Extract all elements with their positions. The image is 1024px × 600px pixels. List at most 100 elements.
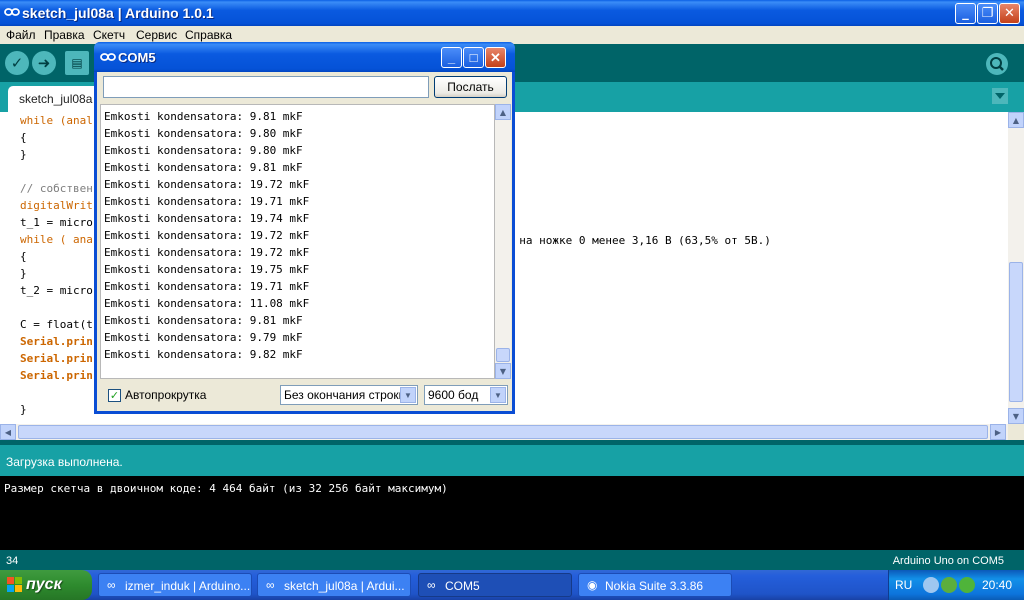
serial-scroll-down-button[interactable]: ▼ (495, 363, 511, 379)
new-button[interactable]: ▤ (65, 51, 89, 75)
code-line: } (20, 267, 27, 280)
verify-button[interactable]: ✓ (5, 51, 29, 75)
autoscroll-checkbox[interactable]: ✓ (108, 389, 121, 402)
footer-bar: 34 Arduino Uno on COM5 (0, 550, 1024, 570)
scroll-up-button[interactable]: ▲ (1008, 112, 1024, 128)
upload-button[interactable]: ➜ (32, 51, 56, 75)
serial-output-line: Emkosti kondensatora: 11.08 mkF (104, 297, 310, 310)
download-arrow-icon[interactable] (959, 577, 975, 593)
close-icon: ✕ (1004, 6, 1015, 21)
console-panel: Размер скетча в двоичном коде: 4 464 бай… (0, 476, 1024, 550)
maximize-button[interactable]: ❐ (977, 3, 998, 24)
line-ending-select[interactable]: Без окончания строки ▼ (280, 385, 418, 405)
task-label: sketch_jul08a | Ardui... (284, 579, 405, 593)
code-line: C = float(t (20, 318, 93, 331)
triangle-down-icon (995, 93, 1005, 99)
task-izmer-induk[interactable]: ∞ izmer_induk | Arduino... (98, 573, 252, 597)
console-output: Размер скетча в двоичном коде: 4 464 бай… (4, 482, 448, 495)
window-title: sketch_jul08a | Arduino 1.0.1 (22, 5, 214, 21)
chevron-down-icon: ▼ (400, 387, 416, 403)
serial-output-line: Emkosti kondensatora: 9.81 mkF (104, 314, 303, 327)
line-number: 34 (6, 555, 19, 567)
editor-vertical-scroll-thumb[interactable] (1009, 262, 1023, 402)
serial-monitor-title: COM5 (118, 50, 156, 65)
start-label: пуск (26, 576, 62, 593)
magnifier-icon (990, 57, 1004, 71)
serial-monitor-window: COM5 _ □ ✕ Послать Emkosti kondensatora:… (94, 42, 515, 414)
task-label: izmer_induk | Arduino... (125, 579, 251, 593)
tab-menu-button[interactable] (992, 88, 1008, 104)
serial-monitor-button[interactable] (986, 53, 1008, 75)
editor-horizontal-scroll-thumb[interactable] (18, 425, 988, 439)
code-line: t_2 = micro (20, 284, 93, 297)
back-arrow-icon[interactable] (923, 577, 939, 593)
line-ending-value: Без окончания строки (284, 388, 406, 402)
serial-output-line: Emkosti kondensatora: 9.82 mkF (104, 348, 303, 361)
arrow-right-icon: ➜ (37, 54, 51, 72)
minimize-icon: _ (447, 50, 456, 65)
arduino-logo-icon: ∞ (107, 578, 116, 592)
scroll-right-button[interactable]: ▶ (990, 424, 1006, 440)
code-line: digitalWrit (20, 199, 93, 212)
antivirus-icon[interactable] (941, 577, 957, 593)
serial-output-line: Emkosti kondensatora: 9.80 mkF (104, 127, 303, 140)
menu-edit[interactable]: Правка (44, 28, 85, 42)
serial-output-line: Emkosti kondensatora: 9.80 mkF (104, 144, 303, 157)
task-label: Nokia Suite 3.3.86 (605, 579, 704, 593)
scroll-left-button[interactable]: ◀ (0, 424, 16, 440)
language-indicator[interactable]: RU (895, 578, 912, 592)
send-button[interactable]: Послать (434, 76, 507, 98)
new-file-icon: ▤ (71, 56, 83, 70)
restore-icon: ❐ (981, 6, 994, 21)
serial-output-line: Emkosti kondensatora: 19.71 mkF (104, 195, 310, 208)
serial-output[interactable]: Emkosti kondensatora: 9.81 mkF Emkosti ko… (100, 104, 495, 379)
autoscroll-label: Автопрокрутка (125, 388, 207, 402)
serial-monitor-title-bar[interactable]: COM5 _ □ ✕ (94, 42, 515, 72)
arduino-logo-icon (100, 53, 116, 61)
minimize-icon: _ (962, 6, 969, 21)
serial-output-line: Emkosti kondensatora: 19.74 mkF (104, 212, 310, 225)
board-info: Arduino Uno on COM5 (892, 555, 1004, 567)
task-com5[interactable]: ∞ COM5 (418, 573, 572, 597)
scroll-down-button[interactable]: ▼ (1008, 408, 1024, 424)
menu-help[interactable]: Справка (185, 28, 232, 42)
code-line: // собствен (20, 182, 93, 195)
serial-maximize-button[interactable]: □ (463, 47, 484, 68)
main-title-bar[interactable]: sketch_jul08a | Arduino 1.0.1 _ ❐ ✕ (0, 0, 1024, 26)
nokia-suite-icon: ◉ (587, 578, 598, 592)
close-button[interactable]: ✕ (999, 3, 1020, 24)
menu-tools[interactable]: Сервис (136, 28, 177, 42)
serial-output-scrollbar[interactable]: ▲ ▼ (495, 104, 511, 379)
menu-sketch[interactable]: Скетч (93, 28, 125, 42)
code-line: } (20, 403, 27, 416)
serial-minimize-button[interactable]: _ (441, 47, 462, 68)
system-tray: RU 20:40 (888, 570, 1024, 600)
panel-divider[interactable] (0, 440, 1024, 445)
minimize-button[interactable]: _ (955, 3, 976, 24)
serial-send-input[interactable] (103, 76, 429, 98)
serial-output-line: Emkosti kondensatora: 9.81 mkF (104, 110, 303, 123)
baud-select[interactable]: 9600 бод ▼ (424, 385, 508, 405)
task-nokia-suite[interactable]: ◉ Nokia Suite 3.3.86 (578, 573, 732, 597)
tab-sketch[interactable]: sketch_jul08a (8, 86, 108, 112)
serial-scroll-up-button[interactable]: ▲ (495, 104, 511, 120)
windows-logo-icon (7, 577, 22, 592)
code-line: } (20, 148, 27, 161)
code-comment-tail: е на ножке 0 менее 3,16 В (63,5% от 5В.) (506, 234, 771, 247)
arduino-logo-icon: ∞ (266, 578, 275, 592)
baud-value: 9600 бод (428, 388, 479, 402)
checkmark-icon: ✓ (109, 389, 120, 402)
task-sketch[interactable]: ∞ sketch_jul08a | Ardui... (257, 573, 411, 597)
code-line: while (anal (20, 114, 93, 127)
serial-output-line: Emkosti kondensatora: 9.79 mkF (104, 331, 303, 344)
clock: 20:40 (981, 578, 1012, 592)
menu-file[interactable]: Файл (6, 28, 36, 42)
close-icon: ✕ (490, 49, 501, 65)
serial-output-line: Emkosti kondensatora: 19.71 mkF (104, 280, 310, 293)
serial-output-line: Emkosti kondensatora: 19.72 mkF (104, 246, 310, 259)
serial-close-button[interactable]: ✕ (485, 47, 506, 68)
taskbar: пуск ∞ izmer_induk | Arduino... ∞ sketch… (0, 570, 1024, 600)
serial-scroll-thumb[interactable] (496, 348, 510, 362)
start-button[interactable]: пуск (0, 570, 92, 600)
serial-output-line: Emkosti kondensatora: 19.72 mkF (104, 178, 310, 191)
